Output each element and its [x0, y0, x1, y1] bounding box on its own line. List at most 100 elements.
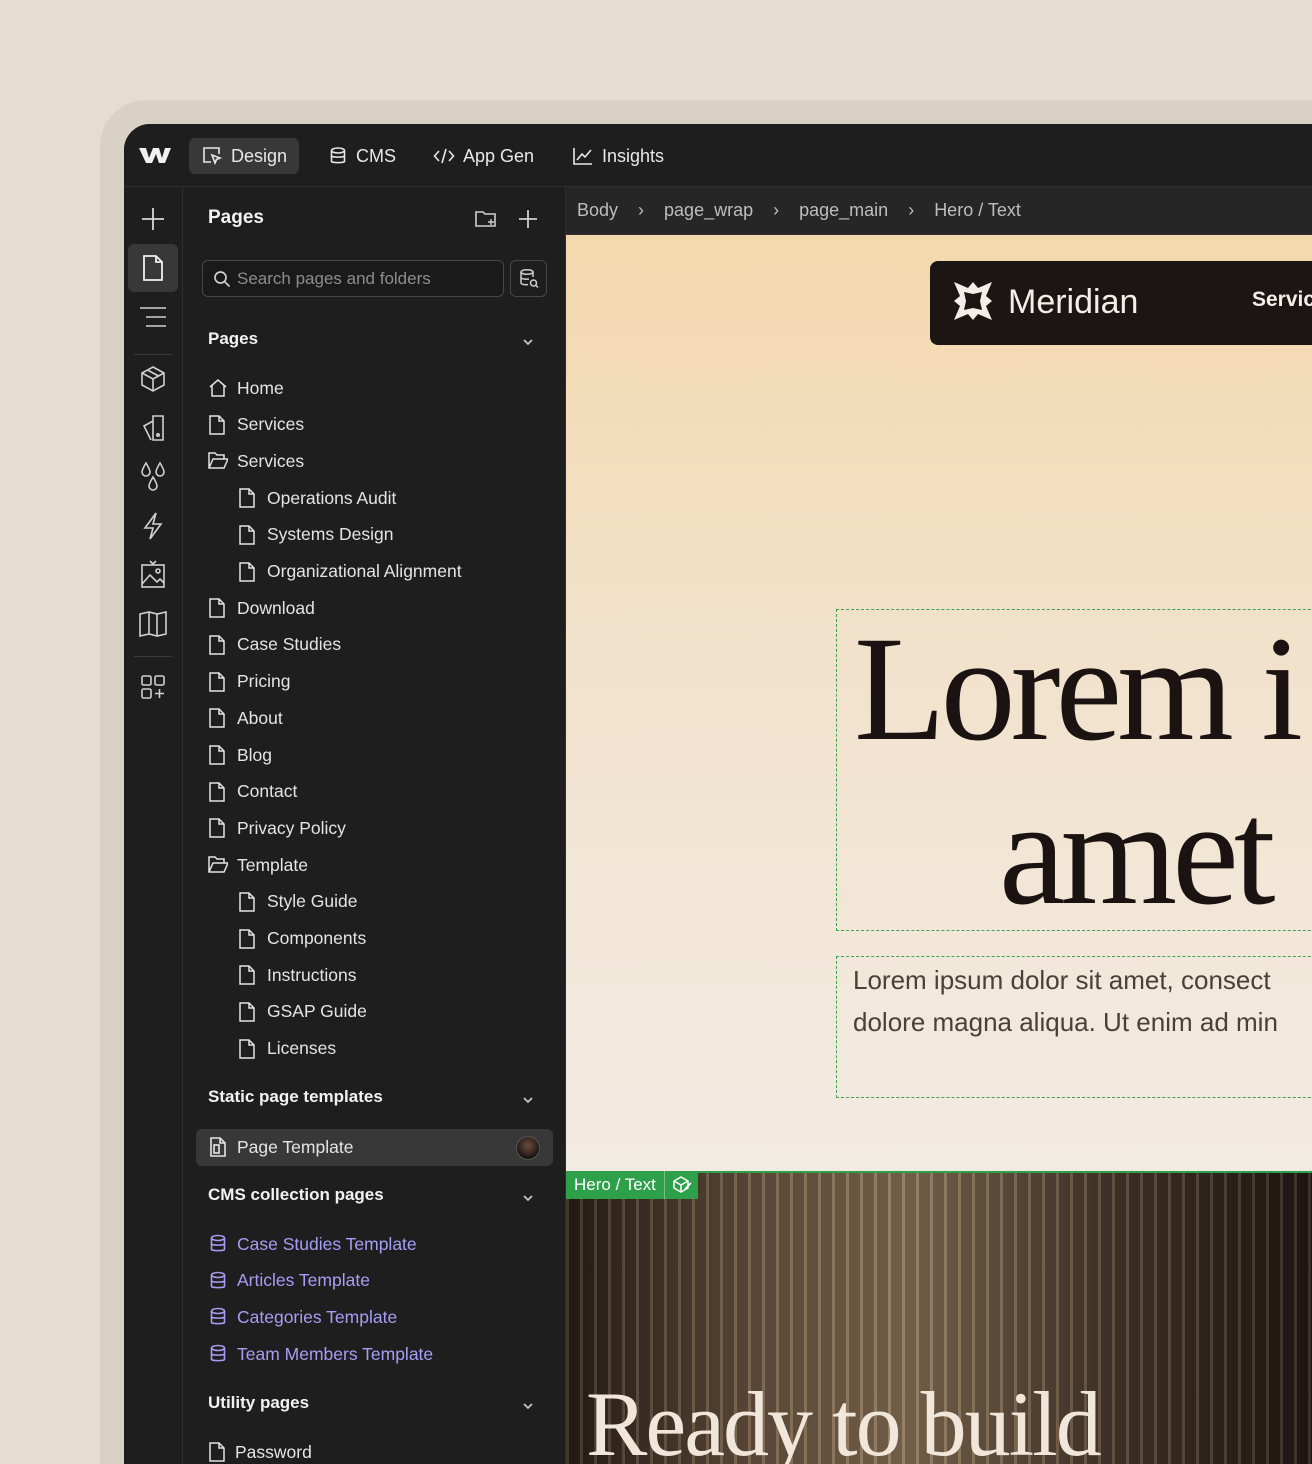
meridian-logo-icon: [954, 282, 992, 320]
list-item-services[interactable]: Services: [208, 446, 304, 476]
cta-section[interactable]: Ready to build: [566, 1173, 1312, 1464]
cms-search-button[interactable]: [510, 260, 547, 297]
tab-design-label: Design: [231, 145, 288, 166]
database-icon: [210, 1234, 226, 1252]
variables-button[interactable]: [128, 453, 178, 501]
add-page-icon[interactable]: [516, 207, 540, 231]
page-icon: [239, 1038, 255, 1059]
breadcrumb-body[interactable]: Body: [577, 200, 618, 221]
list-item-case-studies-template[interactable]: Case Studies Template: [208, 1229, 417, 1259]
components-button[interactable]: [128, 355, 178, 403]
list-item-about[interactable]: About: [208, 703, 283, 733]
list-item-template[interactable]: Template: [208, 850, 308, 880]
list-item-label: GSAP Guide: [267, 1001, 367, 1022]
folder-open-icon: [208, 856, 228, 873]
list-item-label: Case Studies: [237, 634, 342, 655]
list-item-operations-audit[interactable]: Operations Audit: [238, 483, 396, 513]
webflow-logo-icon[interactable]: [138, 143, 172, 167]
list-item-licenses[interactable]: Licenses: [238, 1034, 336, 1064]
list-item-label: Services: [237, 450, 305, 471]
list-item-gsap-guide[interactable]: GSAP Guide: [238, 997, 367, 1027]
list-item-systems-design[interactable]: Systems Design: [238, 520, 393, 550]
list-item-home[interactable]: Home: [208, 373, 284, 403]
page-icon: [239, 1002, 255, 1022]
hero-heading[interactable]: Lorem i amet: [854, 607, 1312, 935]
search-input[interactable]: [237, 268, 497, 289]
static-templates-header[interactable]: Static page templates: [208, 1087, 383, 1107]
list-item-organizational-alignment[interactable]: Organizational Alignment: [238, 557, 462, 587]
list-item-label: Download: [237, 597, 315, 618]
hero-heading-line-1: Lorem i: [854, 606, 1303, 772]
pages-section-header[interactable]: Pages: [208, 329, 258, 349]
database-search-icon: [519, 268, 539, 288]
list-item-articles-template[interactable]: Articles Template: [208, 1266, 370, 1296]
list-item-label: Home: [237, 377, 284, 398]
chevron-down-icon[interactable]: [521, 335, 535, 349]
cta-heading[interactable]: Ready to build: [586, 1371, 1102, 1464]
list-item-services[interactable]: Services: [208, 410, 304, 440]
cms-pages-header[interactable]: CMS collection pages: [208, 1185, 384, 1205]
selection-label[interactable]: Hero / Text: [566, 1171, 698, 1199]
apps-button[interactable]: [128, 663, 178, 711]
tab-app-gen[interactable]: App Gen: [421, 138, 546, 174]
list-item-label: Services: [237, 414, 305, 435]
tab-cms-label: CMS: [356, 145, 396, 166]
list-item-blog[interactable]: Blog: [208, 740, 272, 770]
list-item-label: Licenses: [267, 1038, 337, 1059]
list-item-pricing[interactable]: Pricing: [208, 667, 291, 697]
component-edit-icon[interactable]: [663, 1171, 692, 1199]
utility-pages-header[interactable]: Utility pages: [208, 1393, 309, 1413]
search-field[interactable]: [202, 260, 504, 297]
list-item-download[interactable]: Download: [208, 593, 315, 623]
list-item-label: Blog: [237, 744, 273, 765]
list-item-label: Organizational Alignment: [267, 561, 462, 581]
hero-subtext[interactable]: Lorem ipsum dolor sit amet, consect dolo…: [853, 959, 1312, 1043]
avatar[interactable]: [516, 1136, 540, 1160]
webflow-designer-window: Design CMS App Gen Insights Pages Search…: [124, 124, 1312, 1464]
add-elements-button[interactable]: [128, 195, 178, 243]
design-canvas[interactable]: Body › page_wrap › page_main › Hero / Te…: [566, 187, 1312, 1464]
library-button[interactable]: [128, 600, 178, 648]
tab-app-gen-label: App Gen: [463, 145, 535, 166]
chevron-down-icon[interactable]: [521, 1399, 535, 1413]
nav-link-services[interactable]: Servic: [1252, 288, 1312, 312]
style-selectors-button[interactable]: [128, 404, 178, 452]
list-item-privacy-policy[interactable]: Privacy Policy: [208, 813, 346, 843]
list-item-case-studies[interactable]: Case Studies: [208, 630, 341, 660]
list-item-label: Operations Audit: [267, 487, 397, 508]
variables-icon: [141, 461, 165, 491]
new-folder-icon[interactable]: [474, 207, 498, 231]
chevron-down-icon[interactable]: [521, 1093, 535, 1107]
list-item-label: Instructions: [267, 964, 357, 985]
navigator-button[interactable]: [128, 293, 178, 341]
interactions-button[interactable]: [128, 502, 178, 550]
breadcrumb-hero-text[interactable]: Hero / Text: [934, 200, 1021, 221]
list-item-password[interactable]: Password: [208, 1437, 312, 1464]
styles-icon: [142, 415, 164, 441]
list-item-team-members-template[interactable]: Team Members Template: [208, 1339, 433, 1369]
list-item-instructions[interactable]: Instructions: [238, 960, 356, 990]
tab-insights[interactable]: Insights: [560, 138, 676, 174]
breadcrumb-page-wrap[interactable]: page_wrap: [664, 200, 753, 221]
list-item-style-guide[interactable]: Style Guide: [238, 887, 357, 917]
list-item-categories-template[interactable]: Categories Template: [208, 1302, 397, 1332]
site-navbar[interactable]: Meridian Servic: [930, 261, 1312, 345]
brand-name[interactable]: Meridian: [1008, 283, 1138, 322]
tab-insights-label: Insights: [602, 145, 665, 166]
chevron-down-icon[interactable]: [521, 1191, 535, 1205]
breadcrumb-page-main[interactable]: page_main: [799, 200, 888, 221]
list-item-components[interactable]: Components: [238, 924, 366, 954]
assets-button[interactable]: [128, 551, 178, 599]
list-item-label: Pricing: [237, 671, 291, 692]
search-icon: [214, 270, 231, 287]
list-item-label: Articles Template: [237, 1270, 370, 1291]
template-page-icon: [210, 1137, 226, 1157]
tab-design[interactable]: Design: [189, 138, 300, 174]
tab-cms[interactable]: CMS: [316, 138, 408, 174]
pages-button[interactable]: [128, 244, 178, 292]
list-item-page-template[interactable]: Page Template: [208, 1132, 353, 1162]
page-icon: [209, 1442, 225, 1462]
hero-subtext-line-1: Lorem ipsum dolor sit amet, consect: [853, 965, 1271, 995]
site-hero-section[interactable]: Meridian Servic Lorem i amet Lorem ipsum…: [566, 235, 1312, 1171]
list-item-contact[interactable]: Contact: [208, 777, 297, 807]
